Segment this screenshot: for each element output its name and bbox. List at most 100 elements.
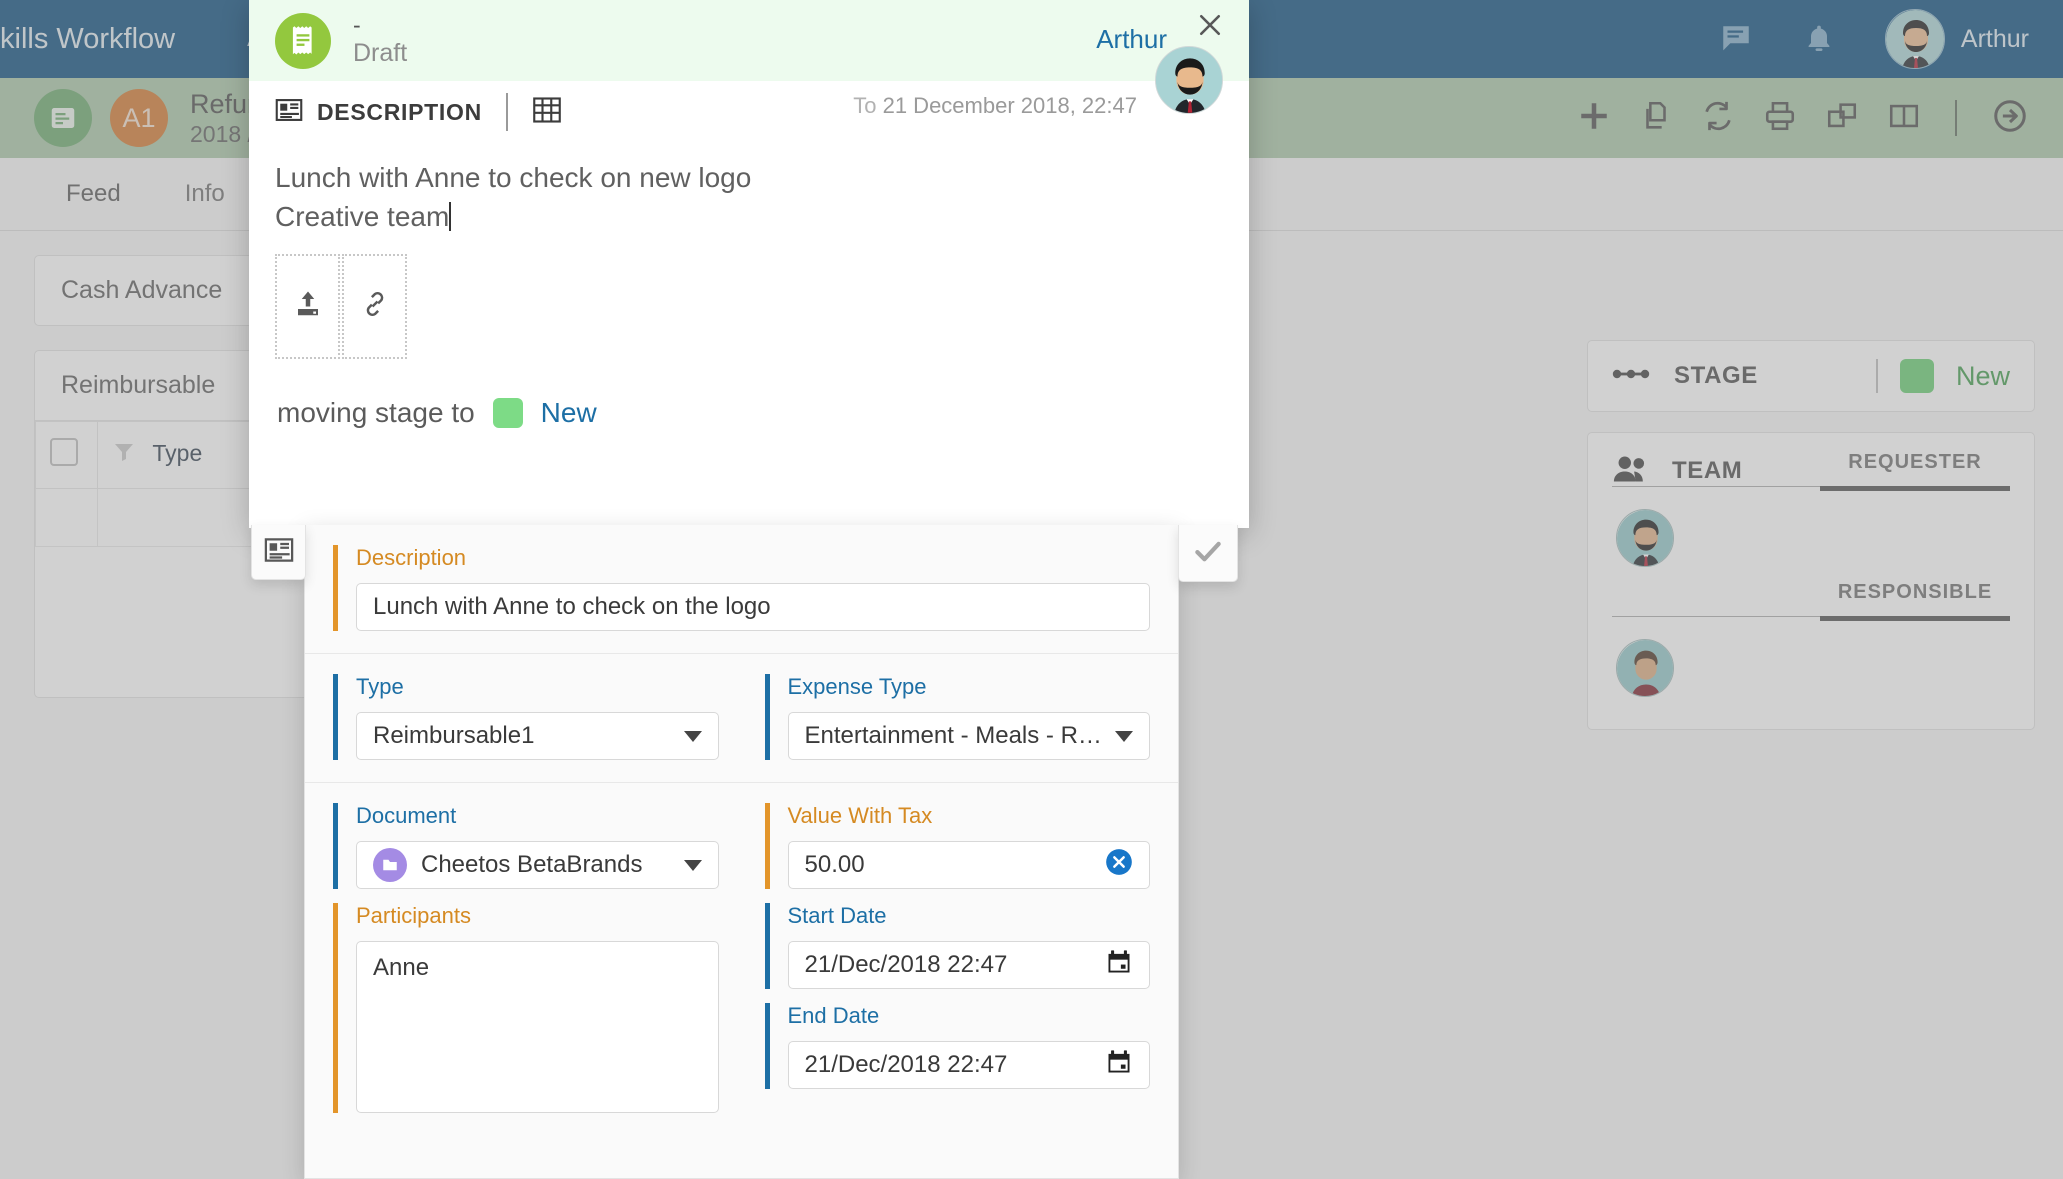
divider	[1875, 359, 1878, 393]
column-type[interactable]: Type	[97, 421, 268, 489]
timestamp-value: 21 December 2018, 22:47	[882, 93, 1137, 118]
select-all-checkbox[interactable]	[50, 438, 78, 466]
folder-icon	[373, 848, 407, 882]
clone-icon[interactable]	[1825, 99, 1859, 138]
description-card-icon	[275, 98, 303, 127]
section-details: Document Cheetos BetaBrands Participants…	[305, 782, 1178, 1135]
right-rail: STAGE New TEAM REQUESTER RESPONSIBLE	[1587, 340, 2035, 750]
field-label: End Date	[787, 1003, 880, 1028]
col-expense-type: Expense Type Entertainment - Meals - Rei…	[764, 674, 1150, 760]
divider	[505, 93, 508, 131]
field-label: Description	[356, 545, 467, 570]
table-cell	[97, 488, 268, 547]
team-label: TEAM	[1672, 457, 1743, 484]
field-value: 21/Dec/2018 22:47	[804, 1051, 1008, 1078]
expense-type-select[interactable]: Entertainment - Meals - Reimbursa...	[787, 712, 1150, 760]
start-date-input[interactable]: 21/Dec/2018 22:47	[787, 941, 1150, 989]
team-tab-requester[interactable]: REQUESTER	[1820, 451, 2010, 491]
field-participants: Participants Anne	[333, 903, 719, 1113]
field-label: Start Date	[787, 903, 887, 928]
clear-circle-icon[interactable]	[1105, 848, 1133, 883]
add-icon[interactable]	[1577, 99, 1611, 138]
chevron-down-icon	[683, 859, 702, 871]
timestamp-prefix: To	[853, 93, 877, 118]
modal-titles: - Draft	[353, 12, 407, 69]
stage-transition-label: moving stage to	[277, 397, 475, 429]
field-label: Expense Type	[787, 674, 927, 699]
link-dropzone[interactable]	[342, 254, 407, 360]
stage-card: STAGE New	[1587, 340, 2035, 412]
filter-icon[interactable]	[112, 443, 142, 469]
team-row: TEAM REQUESTER	[1612, 451, 2010, 491]
print-icon[interactable]	[1763, 99, 1797, 138]
form-panel-tab-button[interactable]	[251, 525, 306, 580]
tab-description[interactable]: DESCRIPTION	[275, 98, 482, 127]
calendar-icon[interactable]	[1105, 1048, 1133, 1083]
select-all-cell[interactable]	[35, 421, 98, 489]
modal-header: - Draft Arthur	[249, 0, 1249, 81]
col-type: Type Reimbursable1	[333, 674, 719, 760]
calendar-icon[interactable]	[1105, 948, 1133, 983]
team-tab-label: RESPONSIBLE	[1837, 581, 1993, 603]
stage-value: New	[1955, 360, 2010, 391]
record-toolbar	[1577, 97, 2029, 140]
confirm-button[interactable]	[1178, 525, 1238, 582]
field-label: Type	[356, 674, 404, 699]
link-icon	[360, 289, 390, 324]
value-with-tax-input[interactable]: 50.00	[787, 841, 1150, 889]
field-description: Description Lunch with Anne to check on …	[333, 545, 1150, 631]
participants-textarea[interactable]: Anne	[356, 941, 719, 1113]
modal-title: -	[353, 12, 361, 39]
field-start-date: Start Date 21/Dec/2018 22:47	[764, 903, 1150, 989]
status-badge	[492, 398, 523, 429]
activity-text-line-2: Creative team	[275, 200, 450, 232]
col-right-details: Value With Tax 50.00 Start Date 21/Dec/2…	[764, 803, 1150, 1113]
upload-dropzone[interactable]	[275, 254, 340, 360]
description-input[interactable]: Lunch with Anne to check on the logo	[356, 583, 1150, 631]
team-tab-responsible[interactable]: RESPONSIBLE	[1820, 581, 2010, 621]
user-menu[interactable]: Arthur	[1884, 9, 2029, 69]
field-expense-type: Expense Type Entertainment - Meals - Rei…	[764, 674, 1150, 760]
stage-dots-icon	[1612, 366, 1652, 387]
close-icon[interactable]	[1193, 8, 1227, 42]
avatar[interactable]	[1616, 639, 1674, 697]
field-end-date: End Date 21/Dec/2018 22:47	[764, 1003, 1150, 1089]
avatar[interactable]	[1616, 509, 1674, 567]
field-value: 50.00	[804, 851, 865, 878]
refresh-icon[interactable]	[1701, 99, 1735, 138]
bell-icon[interactable]	[1803, 22, 1835, 56]
activity-text-line-1[interactable]: Lunch with Anne to check on new logo	[275, 159, 1223, 198]
modal-author[interactable]: Arthur	[1096, 24, 1167, 55]
forward-icon[interactable]	[1991, 97, 2029, 140]
check-icon	[1191, 534, 1225, 573]
col-left-details: Document Cheetos BetaBrands Participants…	[333, 803, 719, 1113]
field-value: Entertainment - Meals - Reimbursa...	[804, 722, 1116, 749]
chevron-down-icon	[1115, 730, 1133, 742]
description-card-icon	[264, 537, 294, 568]
stage-label: STAGE	[1674, 362, 1758, 389]
split-view-icon[interactable]	[1887, 99, 1921, 138]
copy-icon[interactable]	[1639, 99, 1673, 138]
tab-feed[interactable]: Feed	[34, 158, 153, 230]
topbar-actions: Arthur	[1719, 9, 2063, 69]
app-brand[interactable]: kills Workflow	[0, 23, 175, 56]
row-details: Document Cheetos BetaBrands Participants…	[333, 803, 1150, 1113]
chat-icon[interactable]	[1719, 22, 1753, 56]
table-cell	[35, 488, 98, 547]
end-date-input[interactable]: 21/Dec/2018 22:47	[787, 1041, 1150, 1089]
attachment-dropzones	[275, 254, 1223, 360]
stage-transition-value[interactable]: New	[541, 397, 597, 429]
team-icon	[1612, 455, 1650, 488]
tab-info[interactable]: Info	[153, 158, 257, 230]
table-icon[interactable]	[532, 96, 562, 129]
avatar[interactable]	[1155, 46, 1223, 114]
team-tab-responsible-wrap: RESPONSIBLE	[1612, 581, 2010, 621]
row-type: Type Reimbursable1 Expense Type Entertai…	[333, 674, 1150, 760]
type-select[interactable]: Reimbursable1	[356, 712, 719, 760]
field-document: Document Cheetos BetaBrands	[333, 803, 719, 889]
stage-transition-row: moving stage to New	[275, 397, 1223, 429]
document-select[interactable]: Cheetos BetaBrands	[356, 841, 719, 889]
activity-text-line-2-wrap[interactable]: Creative team	[275, 198, 1223, 237]
team-tab-label: REQUESTER	[1848, 451, 1982, 473]
team-card: TEAM REQUESTER RESPONSIBLE	[1587, 432, 2035, 730]
